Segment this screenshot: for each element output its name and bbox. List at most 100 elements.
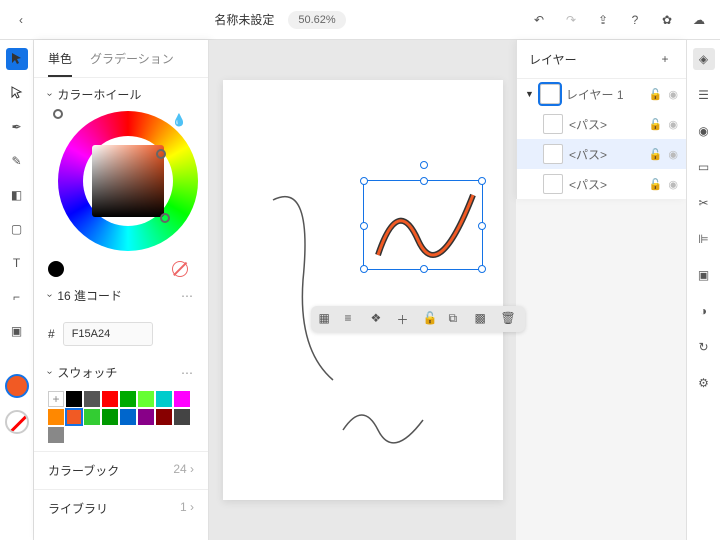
selection-box[interactable]	[363, 180, 483, 270]
redo-icon[interactable]: ↷	[562, 11, 580, 29]
artboard-tool[interactable]: ⌐	[6, 286, 28, 308]
layer-row[interactable]: <パス>🔓◉	[517, 139, 686, 169]
swatch[interactable]	[102, 409, 118, 425]
appearance-tab-icon[interactable]: ◉	[693, 120, 715, 142]
colorbook-row[interactable]: カラーブック24 ›	[34, 451, 208, 489]
swatch[interactable]	[66, 391, 82, 407]
duplicate-icon[interactable]: ⧉	[449, 311, 465, 327]
fill-color[interactable]	[5, 374, 29, 398]
visibility-icon[interactable]: ◉	[668, 88, 678, 101]
swatch[interactable]	[156, 391, 172, 407]
hue-cursor[interactable]	[160, 213, 170, 223]
visibility-icon[interactable]: ◉	[668, 148, 678, 161]
transform-tab-icon[interactable]: ▭	[693, 156, 715, 178]
help-icon[interactable]: ?	[626, 11, 644, 29]
visibility-icon[interactable]: ◉	[668, 178, 678, 191]
layer-row[interactable]: <パス> 🔓 ◉	[517, 169, 686, 199]
handle-nw[interactable]	[360, 177, 368, 185]
swatch[interactable]	[174, 391, 190, 407]
layer-row[interactable]: <パス>🔓◉	[517, 109, 686, 139]
swatch[interactable]	[48, 409, 64, 425]
path-curve-1[interactable]	[273, 197, 333, 380]
eraser-tool[interactable]: ◧	[6, 184, 28, 206]
path-curve-2[interactable]	[343, 415, 423, 443]
layer-thumbnail	[543, 174, 563, 194]
handle-sw[interactable]	[360, 265, 368, 273]
handle-w[interactable]	[360, 222, 368, 230]
trash-icon[interactable]: 🗑	[501, 311, 517, 327]
layer-row[interactable]: ▼レイヤー 1🔓◉	[517, 79, 686, 109]
group-icon[interactable]: ▦	[319, 311, 335, 327]
scissors-icon[interactable]: ✂	[693, 192, 715, 214]
handle-rotate[interactable]	[420, 161, 428, 169]
gear-icon[interactable]: ⚙	[693, 372, 715, 394]
zoom-level[interactable]: 50.62%	[288, 11, 345, 29]
add-swatch-button[interactable]: +	[48, 391, 64, 407]
more-icon[interactable]: ⋯	[181, 366, 194, 380]
repeat-icon[interactable]: ↻	[693, 336, 715, 358]
list-icon[interactable]: ≡	[345, 311, 361, 327]
canvas[interactable]: ▦ ≡ ❖ ＋ 🔓 ⧉ ▩ 🗑	[209, 40, 516, 540]
hex-input[interactable]	[63, 322, 153, 346]
visibility-icon[interactable]: ◉	[668, 118, 678, 131]
handle-n[interactable]	[420, 177, 428, 185]
distribute-icon[interactable]: ▣	[693, 264, 715, 286]
place-tool[interactable]: ▣	[6, 320, 28, 342]
lock-icon[interactable]: 🔓	[649, 88, 663, 101]
stroke-color[interactable]	[5, 410, 29, 434]
swatch[interactable]	[66, 409, 82, 425]
share-icon[interactable]: ⇪	[594, 11, 612, 29]
handle-se[interactable]	[478, 265, 486, 273]
lock-icon[interactable]: 🔓	[649, 148, 663, 161]
properties-tab-icon[interactable]: ☰	[693, 84, 715, 106]
layers-panel: レイヤー+ ▼レイヤー 1🔓◉<パス>🔓◉<パス>🔓◉<パス>🔓◉	[516, 40, 686, 199]
select-tool[interactable]	[6, 48, 28, 70]
settings-icon[interactable]: ✿	[658, 11, 676, 29]
layers-tab-icon[interactable]: ◈	[693, 48, 715, 70]
shape-tool[interactable]: ▢	[6, 218, 28, 240]
context-toolbar: ▦ ≡ ❖ ＋ 🔓 ⧉ ▩ 🗑	[311, 306, 525, 332]
sat-cursor[interactable]	[156, 149, 166, 159]
swatch[interactable]	[138, 409, 154, 425]
handle-ne[interactable]	[478, 177, 486, 185]
image-icon[interactable]: ▩	[475, 311, 491, 327]
lock-icon[interactable]: 🔓	[649, 118, 663, 131]
unlock-icon[interactable]: 🔓	[423, 311, 439, 327]
layer-name: <パス>	[569, 176, 643, 193]
pen-tool[interactable]: ✒	[6, 116, 28, 138]
lock-icon[interactable]: 🔓	[649, 178, 663, 191]
more-icon[interactable]: ⋯	[181, 289, 194, 303]
direct-select-tool[interactable]	[6, 82, 28, 104]
add-layer-icon[interactable]: +	[656, 50, 674, 68]
chevron-down-icon: ›	[44, 371, 55, 374]
swatch[interactable]	[102, 391, 118, 407]
type-tool[interactable]: T	[6, 252, 28, 274]
library-row[interactable]: ライブラリ1 ›	[34, 489, 208, 527]
pencil-tool[interactable]: ✎	[6, 150, 28, 172]
no-color-icon[interactable]	[172, 261, 188, 277]
add-icon[interactable]: ＋	[397, 311, 413, 327]
undo-icon[interactable]: ↶	[530, 11, 548, 29]
cloud-icon[interactable]: ☁	[690, 11, 708, 29]
swatch[interactable]	[138, 391, 154, 407]
chevron-down-icon: ›	[44, 294, 55, 297]
swatch[interactable]	[84, 409, 100, 425]
handle-e[interactable]	[478, 222, 486, 230]
handle-s[interactable]	[420, 265, 428, 273]
layers-icon[interactable]: ❖	[371, 311, 387, 327]
artboard[interactable]: ▦ ≡ ❖ ＋ 🔓 ⧉ ▩ 🗑	[223, 80, 503, 500]
white-ring[interactable]	[53, 109, 63, 119]
pathfinder-icon[interactable]: ◑	[693, 300, 715, 322]
left-toolbar: ✒ ✎ ◧ ▢ T ⌐ ▣	[0, 40, 34, 540]
back-button[interactable]: ‹	[12, 11, 30, 29]
swatch[interactable]	[156, 409, 172, 425]
swatch[interactable]	[48, 427, 64, 443]
tab-solid[interactable]: 単色	[48, 50, 72, 77]
swatch[interactable]	[174, 409, 190, 425]
color-square[interactable]	[92, 145, 164, 217]
tab-gradient[interactable]: グラデーション	[90, 50, 174, 77]
swatch[interactable]	[120, 409, 136, 425]
align-icon[interactable]: ⊫	[693, 228, 715, 250]
swatch[interactable]	[84, 391, 100, 407]
swatch[interactable]	[120, 391, 136, 407]
